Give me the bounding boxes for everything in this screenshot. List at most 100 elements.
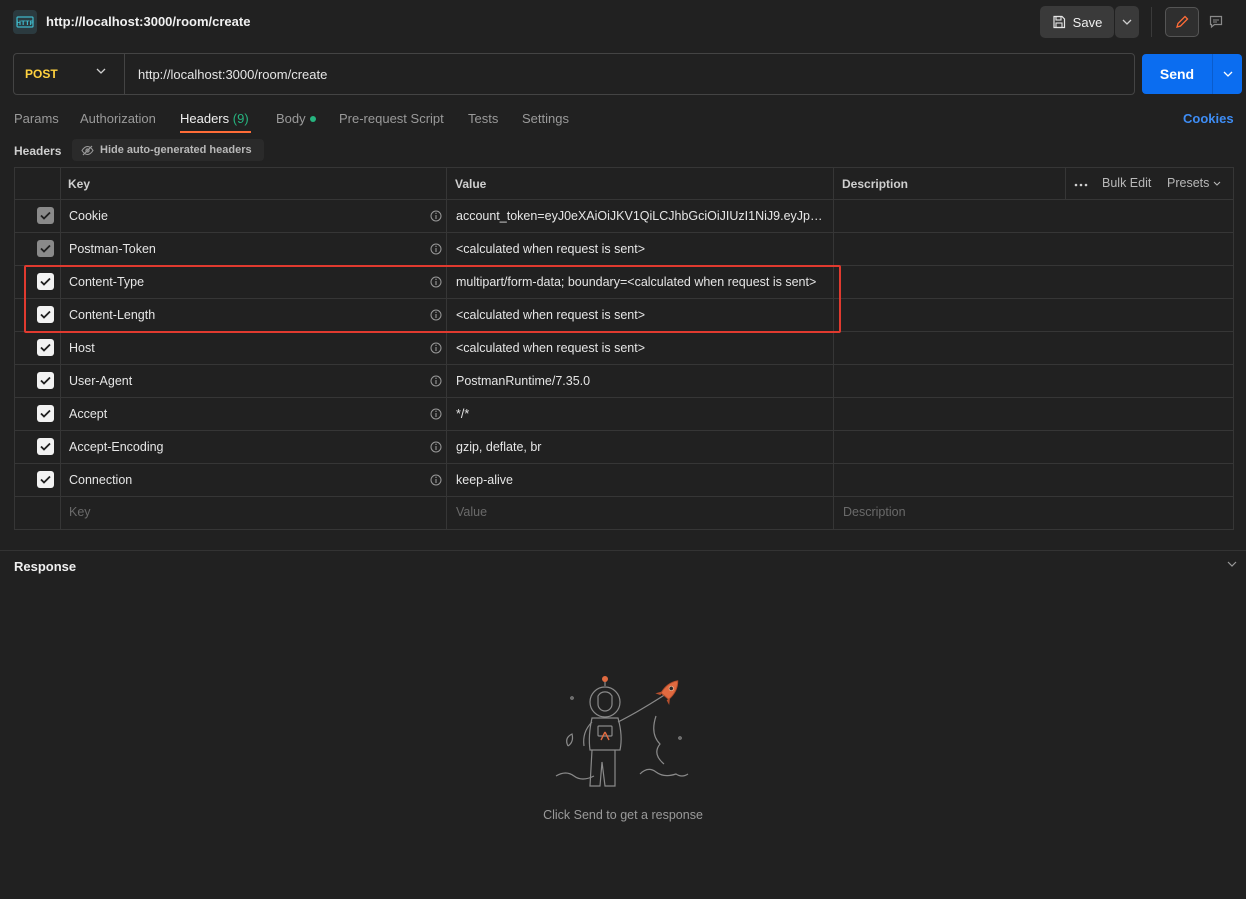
row-divider <box>15 397 1233 398</box>
tab-tests[interactable]: Tests <box>468 111 498 126</box>
chevron-down-icon[interactable] <box>1227 561 1237 567</box>
highlight-box <box>24 265 841 333</box>
tab-headers-label: Headers <box>180 111 230 126</box>
header-value[interactable]: account_token=eyJ0eXAiOiJKV1QiLCJhbGciOi… <box>456 209 828 223</box>
checkmark-icon <box>40 376 51 385</box>
header-checkbox[interactable] <box>37 471 54 488</box>
svg-text:HTTP: HTTP <box>16 20 34 27</box>
header-checkbox[interactable] <box>37 207 54 224</box>
info-icon[interactable] <box>430 342 442 354</box>
tab-settings[interactable]: Settings <box>522 111 569 126</box>
info-icon[interactable] <box>430 210 442 222</box>
send-options-button[interactable] <box>1212 54 1242 94</box>
column-divider <box>60 168 61 529</box>
header-value[interactable]: <calculated when request is sent> <box>456 341 828 355</box>
header-key[interactable]: Cookie <box>69 209 108 223</box>
response-title: Response <box>14 559 77 574</box>
header-key[interactable]: Connection <box>69 473 132 487</box>
tab-body-label: Body <box>276 111 306 126</box>
http-request-icon: HTTP <box>13 10 37 34</box>
row-divider <box>15 232 1233 233</box>
save-button[interactable]: Save <box>1040 6 1114 38</box>
checkmark-icon <box>40 211 51 220</box>
column-header-description: Description <box>842 177 909 191</box>
header-key[interactable]: Postman-Token <box>69 242 156 256</box>
method-divider <box>124 54 125 94</box>
checkmark-icon <box>40 442 51 451</box>
presets-dropdown[interactable]: Presets <box>1167 176 1221 190</box>
toolbar-divider <box>1151 7 1152 37</box>
cookies-link[interactable]: Cookies <box>1183 111 1234 126</box>
chevron-down-icon <box>1122 19 1132 25</box>
row-divider <box>15 199 1233 200</box>
header-checkbox[interactable] <box>37 405 54 422</box>
row-divider <box>15 496 1233 497</box>
header-checkbox[interactable] <box>37 240 54 257</box>
info-icon[interactable] <box>430 408 442 420</box>
eye-off-icon <box>81 145 94 155</box>
info-icon[interactable] <box>430 375 442 387</box>
comments-button[interactable] <box>1200 7 1232 37</box>
header-key[interactable]: Host <box>69 341 95 355</box>
header-key[interactable]: Accept <box>69 407 107 421</box>
header-value[interactable]: keep-alive <box>456 473 828 487</box>
send-button[interactable]: Send <box>1142 54 1212 94</box>
body-indicator-dot <box>309 115 316 122</box>
header-key[interactable]: Accept-Encoding <box>69 440 164 454</box>
row-divider <box>15 463 1233 464</box>
column-divider <box>446 168 447 529</box>
info-icon[interactable] <box>430 243 442 255</box>
tab-params[interactable]: Params <box>14 111 59 126</box>
checkmark-icon <box>40 475 51 484</box>
info-icon[interactable] <box>430 474 442 486</box>
chevron-down-icon <box>1223 71 1232 77</box>
method-select[interactable]: POST <box>14 54 124 94</box>
header-value[interactable]: gzip, deflate, br <box>456 440 828 454</box>
comment-icon <box>1209 15 1223 29</box>
column-divider <box>1065 168 1066 200</box>
header-checkbox[interactable] <box>37 372 54 389</box>
method-label: POST <box>25 67 58 81</box>
row-divider <box>15 364 1233 365</box>
hide-auto-generated-label: Hide auto-generated headers <box>100 144 252 156</box>
tab-headers[interactable]: Headers (9) <box>180 111 249 126</box>
row-divider <box>15 430 1233 431</box>
new-key-input[interactable]: Key <box>69 505 91 519</box>
column-header-key: Key <box>68 177 91 191</box>
column-divider <box>833 168 834 529</box>
tab-pre-request-script[interactable]: Pre-request Script <box>339 111 444 126</box>
header-checkbox[interactable] <box>37 438 54 455</box>
pencil-icon <box>1176 15 1189 28</box>
info-icon[interactable] <box>430 441 442 453</box>
response-hint: Click Send to get a response <box>543 808 703 822</box>
presets-label: Presets <box>1167 176 1210 190</box>
checkmark-icon <box>40 409 51 418</box>
chevron-down-icon <box>96 68 106 74</box>
header-value[interactable]: PostmanRuntime/7.35.0 <box>456 374 828 388</box>
checkmark-icon <box>40 244 51 253</box>
new-value-input[interactable]: Value <box>456 505 487 519</box>
request-title: http://localhost:3000/room/create <box>46 14 251 29</box>
edit-button[interactable] <box>1165 7 1199 37</box>
save-options-button[interactable] <box>1115 6 1139 38</box>
header-key[interactable]: User-Agent <box>69 374 132 388</box>
header-value[interactable]: */* <box>456 407 828 421</box>
save-label: Save <box>1072 14 1103 30</box>
new-description-input[interactable]: Description <box>843 505 906 519</box>
tab-body[interactable]: Body <box>276 111 316 126</box>
more-options-icon[interactable] <box>1074 175 1088 190</box>
headers-section-label: Headers <box>14 144 62 158</box>
response-divider <box>0 550 1246 551</box>
column-header-value: Value <box>455 177 487 191</box>
chevron-down-icon <box>1214 181 1221 186</box>
tab-authorization[interactable]: Authorization <box>80 111 156 126</box>
hide-auto-generated-button[interactable]: Hide auto-generated headers <box>72 139 264 161</box>
url-input[interactable] <box>138 62 1118 86</box>
active-tab-indicator <box>180 131 251 133</box>
save-icon <box>1053 15 1065 29</box>
astronaut-rocket-illustration <box>555 676 689 787</box>
header-checkbox[interactable] <box>37 339 54 356</box>
bulk-edit-button[interactable]: Bulk Edit <box>1102 176 1151 190</box>
header-value[interactable]: <calculated when request is sent> <box>456 242 828 256</box>
checkmark-icon <box>40 343 51 352</box>
